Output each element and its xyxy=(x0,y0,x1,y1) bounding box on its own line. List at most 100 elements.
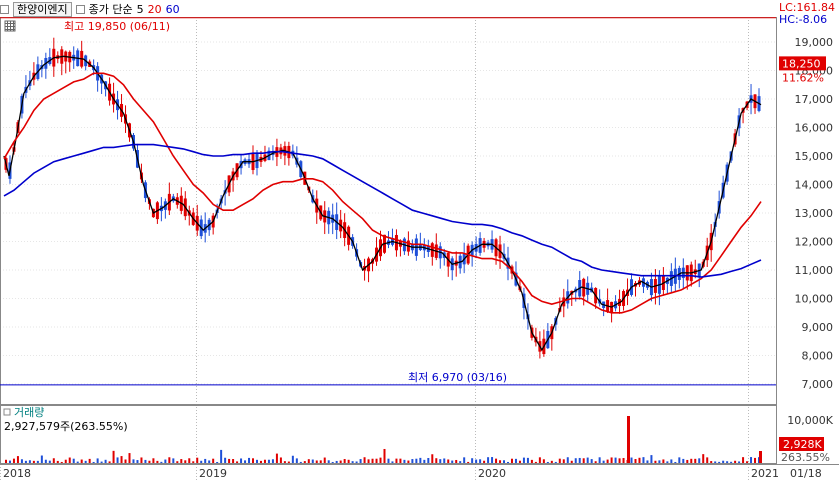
volume-bar xyxy=(303,461,306,463)
last-volume-pct: 263.55% xyxy=(781,451,830,464)
price-panel-frame xyxy=(0,17,777,405)
volume-bar xyxy=(487,457,490,463)
volume-bar xyxy=(507,461,510,463)
volume-bar xyxy=(116,457,119,463)
volume-bar xyxy=(483,460,486,463)
volume-bar xyxy=(550,460,553,463)
volume-bar xyxy=(622,458,625,463)
price-candles xyxy=(4,37,761,359)
volume-bar xyxy=(538,457,541,463)
price-tick-label: 9,000 xyxy=(802,321,834,334)
volume-bar xyxy=(48,460,51,463)
volume-bar xyxy=(710,461,713,463)
ma-period-5: 5 xyxy=(136,2,144,16)
volume-bar xyxy=(263,459,266,463)
volume-bar xyxy=(327,460,330,463)
volume-bar xyxy=(674,461,677,463)
volume-bar xyxy=(248,457,251,463)
volume-bar xyxy=(132,459,135,463)
last-volume-value: 2,928K xyxy=(783,438,822,451)
volume-bar xyxy=(718,461,721,463)
volume-bar xyxy=(554,461,557,463)
volume-bar xyxy=(299,461,302,463)
ma-period-20: 20 xyxy=(147,2,162,16)
volume-bar xyxy=(168,457,171,463)
volume-bar xyxy=(598,457,601,463)
volume-bar xyxy=(88,458,91,463)
price-tick-label: 19,000 xyxy=(795,36,834,49)
volume-bar xyxy=(367,459,370,463)
volume-bar xyxy=(184,460,187,463)
volume-bar xyxy=(670,459,673,463)
volume-bar xyxy=(562,459,565,463)
volume-bar xyxy=(375,458,378,463)
volume-bar xyxy=(8,460,11,463)
volume-bar xyxy=(4,459,7,463)
volume-bar xyxy=(28,460,31,463)
volume-spike-bar xyxy=(627,416,630,463)
date-label: 01/18 xyxy=(790,467,822,480)
volume-bar xyxy=(730,461,733,463)
volume-toggle-icon[interactable] xyxy=(3,408,11,416)
volume-bar xyxy=(379,457,382,463)
volume-bar xyxy=(447,459,450,463)
volume-bar xyxy=(435,458,438,463)
volume-bar xyxy=(144,459,147,463)
volume-bar xyxy=(467,461,470,463)
volume-bar xyxy=(104,459,107,463)
volume-bar xyxy=(208,460,211,463)
volume-bar xyxy=(192,461,195,463)
volume-bar xyxy=(690,458,693,463)
volume-bar xyxy=(646,460,649,463)
volume-bar xyxy=(694,458,697,463)
volume-bar xyxy=(491,457,494,463)
volume-bar xyxy=(200,460,203,463)
volume-bar xyxy=(726,461,729,463)
year-tick-label: 2020 xyxy=(478,467,506,480)
volume-bar xyxy=(52,458,55,463)
volume-bar xyxy=(666,461,669,463)
volume-bar xyxy=(399,458,402,463)
volume-bar xyxy=(20,459,23,463)
volume-bar xyxy=(136,460,139,463)
price-tick-label: 8,000 xyxy=(802,350,834,363)
volume-bar xyxy=(530,459,533,463)
volume-bar xyxy=(682,458,685,463)
volume-bar xyxy=(427,457,430,463)
volume-bar xyxy=(160,461,163,463)
volume-panel-frame xyxy=(0,405,777,464)
volume-bar xyxy=(471,458,474,463)
volume-bar xyxy=(36,460,39,463)
price-volume-chart: 7,000 8,000 9,000 10,000 11,000 12,000 13,000 1… xyxy=(0,1,839,482)
volume-bar xyxy=(503,460,506,463)
volume-bar xyxy=(495,458,498,463)
volume-bar xyxy=(419,457,422,463)
volume-bar xyxy=(395,458,398,463)
volume-bar xyxy=(16,456,19,463)
volume-bar xyxy=(638,457,641,463)
window-toggle-icon[interactable] xyxy=(0,4,9,14)
volume-bar xyxy=(128,453,131,463)
volume-bar xyxy=(228,458,231,463)
hc-label: HC:-8.06 xyxy=(779,13,827,26)
volume-bar xyxy=(514,458,517,463)
stock-name[interactable]: 한양이엔지 xyxy=(13,1,72,17)
volume-bar xyxy=(252,458,255,463)
volume-bar xyxy=(586,457,589,463)
volume-bar xyxy=(650,455,653,463)
volume-bar xyxy=(662,459,665,463)
volume-bar xyxy=(371,458,374,463)
volume-bar xyxy=(315,460,318,463)
volume-bar xyxy=(148,460,151,463)
volume-bar xyxy=(347,459,350,463)
ma60-line xyxy=(3,143,762,278)
price-tick-label: 17,000 xyxy=(795,93,834,106)
volume-title: 거래량 xyxy=(14,406,44,419)
volume-bar xyxy=(455,459,458,463)
ma-toggle-icon[interactable] xyxy=(75,4,85,14)
low-annotation: 최저 6,970 (03/16) xyxy=(408,371,507,384)
volume-bar xyxy=(76,461,79,463)
volume-bar xyxy=(323,457,326,463)
price-tick-label: 14,000 xyxy=(795,179,834,192)
volume-bar xyxy=(40,455,43,463)
